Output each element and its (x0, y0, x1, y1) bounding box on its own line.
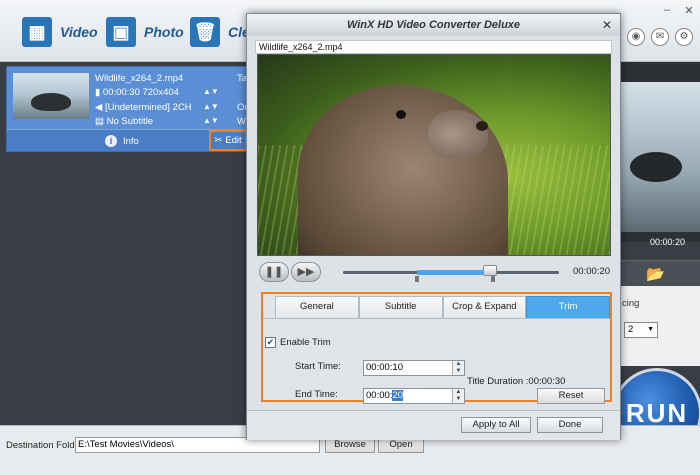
spinner-icon: ▲ ▼ (452, 361, 464, 375)
preview-time: 00:00:20 (650, 237, 686, 247)
seek-slider[interactable] (343, 265, 559, 282)
trim-settings-panel: General Subtitle Crop & Expand Trim ✔ En… (261, 292, 612, 404)
chevron-updown-icon[interactable]: ▲▼ (203, 102, 219, 111)
tab-subtitle[interactable]: Subtitle (358, 296, 443, 318)
apply-to-all-button[interactable]: Apply to All (461, 417, 531, 433)
spinner-icon: ▲ ▼ (452, 389, 464, 403)
file-name: Wildlife_x264_2.mp4 (95, 73, 184, 84)
close-icon[interactable]: ✕ (602, 18, 612, 32)
audio-row[interactable]: ◀ [Undetermined] 2CH ▲▼ (95, 102, 235, 113)
tab-crop-expand[interactable]: Crop & Expand (442, 296, 527, 318)
preview-panel (620, 62, 700, 242)
settings-panel: cing : 2▼ (610, 286, 700, 366)
fast-forward-icon: ▶▶ (297, 266, 315, 278)
trim-start-marker[interactable] (415, 276, 419, 282)
chevron-updown-icon[interactable]: ▲▼ (203, 116, 219, 125)
subtitle-value: No Subtitle (106, 116, 154, 127)
speaker-icon: ◀ (95, 102, 105, 113)
folder-icon[interactable]: 📂 (646, 265, 665, 283)
seek-handle[interactable] (483, 265, 497, 276)
edit-dialog: WinX HD Video Converter Deluxe ✕ Wildlif… (246, 13, 621, 440)
add-video-button[interactable]: ▦ Video (22, 14, 98, 50)
video-thumbnail (13, 73, 89, 119)
add-video-label: Video (60, 24, 98, 40)
dialog-footer: Apply to All Done (247, 410, 620, 440)
playback-time: 00:00:20 (573, 266, 610, 277)
subtitle-row[interactable]: ▤ No Subtitle ▲▼ (95, 116, 235, 127)
trim-end-marker[interactable] (491, 276, 495, 282)
subtitle-icon: ▤ (95, 116, 107, 127)
destination-label: Destination Folder: (6, 440, 86, 451)
pause-icon: ❚❚ (264, 266, 284, 278)
chevron-down-icon: ▼ (647, 326, 654, 333)
preview-image (620, 82, 700, 232)
file-duration-row: ▮ 00:00:30 720x404 ▲▼ (95, 87, 235, 98)
edit-label: Edit (225, 135, 242, 146)
mail-icon[interactable]: ✉ (651, 28, 669, 46)
start-time-input[interactable]: 00:00:10 ▲ ▼ (363, 360, 465, 376)
edit-button[interactable]: ✂ Edit (209, 130, 247, 151)
add-video-icon: ▦ (22, 17, 52, 47)
minimize-icon[interactable]: – (660, 4, 674, 16)
add-photo-label: Photo (144, 24, 184, 40)
file-list-item[interactable]: Wildlife_x264_2.mp4 ▮ 00:00:30 720x404 ▲… (6, 66, 252, 152)
audio-track: [Undetermined] 2CH (104, 102, 192, 113)
title-duration: Title Duration :00:00:30 (467, 376, 566, 387)
trim-tab-body: ✔ Enable Trim Start Time: 00:00:10 ▲ ▼ En… (263, 318, 610, 404)
video-preview (257, 54, 611, 256)
fast-forward-button[interactable]: ▶▶ (291, 262, 321, 282)
tab-trim[interactable]: Trim (526, 296, 610, 318)
info-label: Info (123, 135, 139, 147)
dialog-title: WinX HD Video Converter Deluxe (247, 14, 620, 36)
enable-trim-checkbox[interactable]: ✔ Enable Trim (265, 337, 331, 348)
file-action-bar: i Info ✂ Edit (7, 129, 249, 151)
dialog-filename: Wildlife_x264_2.mp4 (255, 40, 612, 54)
checkmark-icon: ✔ (265, 337, 276, 348)
close-icon[interactable]: ✕ (682, 4, 696, 17)
file-duration: 00:00:30 720x404 (102, 87, 179, 98)
reset-button[interactable]: Reset (537, 388, 605, 404)
trash-icon: 🗑 (190, 17, 220, 47)
info-icon: i (105, 135, 117, 147)
enable-trim-label: Enable Trim (280, 337, 331, 348)
playback-controls: ❚❚ ▶▶ 00:00:20 (257, 260, 611, 284)
add-photo-button[interactable]: ▣ Photo (106, 14, 184, 50)
photo-icon: ▣ (106, 17, 136, 47)
settings-tabs: General Subtitle Crop & Expand Trim (275, 296, 610, 318)
end-time-input[interactable]: 00:00:20 ▲ ▼ (363, 388, 465, 404)
pause-button[interactable]: ❚❚ (259, 262, 289, 282)
account-icon[interactable]: ◉ (627, 28, 645, 46)
preview-tools: 📂 (620, 260, 700, 286)
cpu-core-select[interactable]: 2 ▼ (624, 322, 658, 338)
done-button[interactable]: Done (537, 417, 603, 433)
start-time-label: Start Time: (295, 361, 341, 372)
end-time-label: End Time: (295, 389, 338, 400)
settings-truncated-label: cing (622, 298, 640, 309)
settings-icon[interactable]: ⚙ (675, 28, 693, 46)
scissors-icon: ✂ (214, 135, 223, 146)
film-icon: ▮ (95, 87, 103, 98)
tab-general[interactable]: General (275, 296, 359, 318)
trim-range (417, 270, 493, 275)
info-button[interactable]: i Info (105, 135, 139, 147)
chevron-updown-icon[interactable]: ▲▼ (203, 87, 219, 96)
